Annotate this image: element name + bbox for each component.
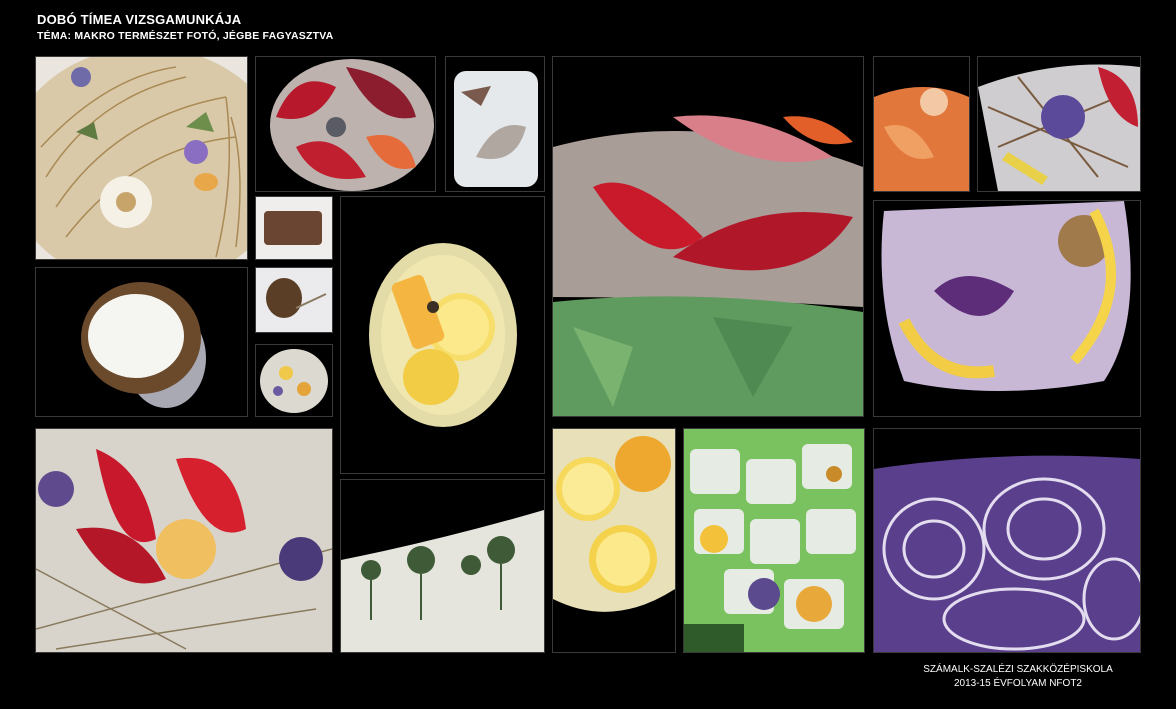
- photo-purple-petals-lemon: [873, 200, 1141, 417]
- photo-coconut-image: [36, 268, 247, 416]
- photo-pine-cone: [255, 267, 333, 333]
- photo-pansy-twigs: [977, 56, 1141, 192]
- photo-pine-cone-image: [256, 268, 332, 332]
- photo-chocolate: [255, 196, 333, 260]
- photo-red-cabbage: [873, 428, 1141, 653]
- photo-plants-snow: [340, 479, 545, 653]
- photo-red-petals-round: [255, 56, 436, 192]
- photo-leaf-ice-cube: [445, 56, 545, 192]
- photo-orange-petals-image: [874, 57, 969, 191]
- photo-pansy-twigs-image: [978, 57, 1140, 191]
- page-subtitle: TÉMA: MAKRO TERMÉSZET FOTÓ, JÉGBE FAGYAS…: [37, 30, 334, 42]
- photo-flowers-disc-image: [256, 345, 332, 416]
- photo-petals-ice-bowl: [552, 56, 864, 417]
- photo-lemon-round: [340, 196, 545, 474]
- photo-lemon-slices: [552, 428, 676, 653]
- photo-grass-daisy-image: [36, 57, 247, 259]
- photo-red-petals-round-image: [256, 57, 435, 191]
- photo-coconut: [35, 267, 248, 417]
- photo-flower-ice-cubes-image: [684, 429, 864, 652]
- photo-lemon-slices-image: [553, 429, 675, 652]
- photo-purple-petals-lemon-image: [874, 201, 1140, 416]
- photo-orange-petals: [873, 56, 970, 192]
- photo-chocolate-image: [256, 197, 332, 259]
- photo-tulip-herbs-image: [36, 429, 332, 652]
- photo-plants-snow-image: [341, 480, 544, 652]
- photo-tulip-herbs: [35, 428, 333, 653]
- photo-flowers-disc: [255, 344, 333, 417]
- photo-lemon-round-image: [341, 197, 544, 473]
- photo-red-cabbage-image: [874, 429, 1140, 652]
- page-title: DOBÓ TÍMEA VIZSGAMUNKÁJA: [37, 12, 242, 27]
- photo-flower-ice-cubes: [683, 428, 865, 653]
- footer-class: 2013-15 ÉVFOLYAM NFOT2: [953, 678, 1082, 689]
- photo-leaf-ice-cube-image: [446, 57, 544, 191]
- photo-petals-ice-bowl-image: [553, 57, 863, 416]
- photo-grass-daisy: [35, 56, 248, 260]
- footer-school: SZÁMALK-SZALÉZI SZAKKÖZÉPISKOLA: [923, 664, 1113, 675]
